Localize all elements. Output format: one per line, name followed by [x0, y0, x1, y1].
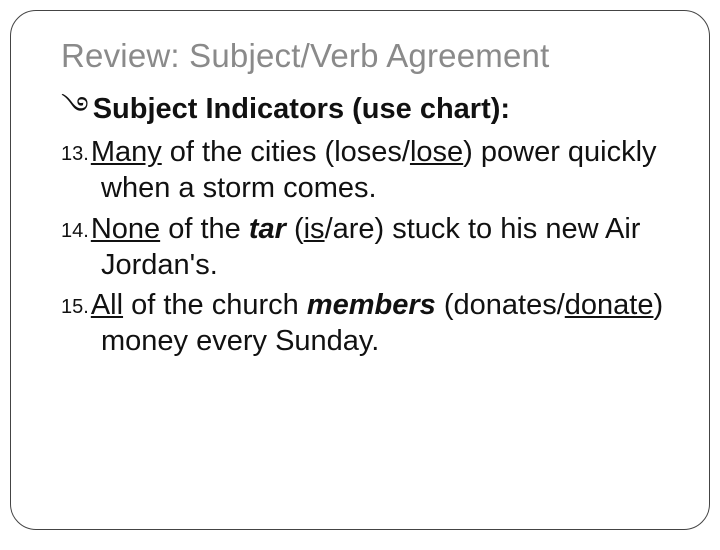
text: of the church	[123, 289, 307, 321]
bullet-line: ࿓ Subject Indicators (use chart):	[61, 93, 669, 126]
subject-word: All	[91, 289, 123, 321]
subject-word: None	[91, 213, 160, 245]
numbered-list: 13.Many of the cities (loses/lose) power…	[71, 134, 669, 360]
item-number: 14.	[61, 220, 91, 242]
text: of the	[160, 213, 249, 245]
emphasis-word: members	[307, 289, 436, 321]
list-item: 13.Many of the cities (loses/lose) power…	[61, 134, 669, 207]
text: of the cities (loses/	[162, 136, 410, 168]
subject-word: Many	[91, 136, 162, 168]
answer-word: lose	[410, 136, 463, 168]
list-item: 15.All of the church members (donates/do…	[61, 287, 669, 360]
emphasis-word: tar	[249, 213, 286, 245]
bullet-icon: ࿓	[61, 93, 89, 125]
list-item: 14.None of the tar (is/are) stuck to his…	[61, 211, 669, 284]
answer-word: is	[304, 213, 325, 245]
text: (	[286, 213, 304, 245]
text: (donates/	[436, 289, 565, 321]
slide-title: Review: Subject/Verb Agreement	[61, 37, 669, 75]
item-number: 15.	[61, 296, 91, 318]
bullet-text: Subject Indicators (use chart):	[93, 93, 510, 126]
slide-frame: Review: Subject/Verb Agreement ࿓ Subject…	[10, 10, 710, 530]
item-number: 13.	[61, 143, 91, 165]
answer-word: donate	[565, 289, 654, 321]
